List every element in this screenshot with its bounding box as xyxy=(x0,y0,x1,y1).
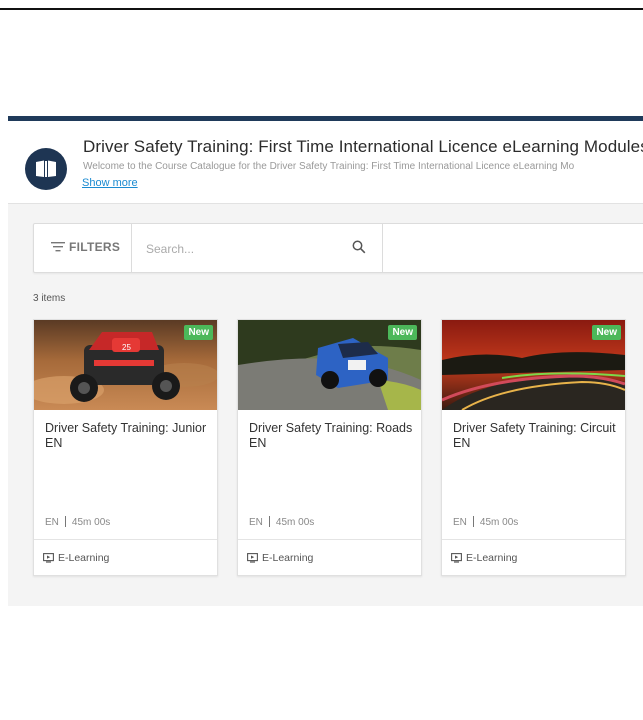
new-badge: New xyxy=(388,325,417,340)
book-open-icon xyxy=(25,148,67,190)
elearning-icon xyxy=(451,553,462,563)
meta-separator xyxy=(268,516,270,527)
meta-separator xyxy=(64,516,66,527)
catalogue-panel: Driver Safety Training: First Time Inter… xyxy=(8,116,643,606)
course-language: EN xyxy=(453,517,467,528)
course-language: EN xyxy=(45,517,59,528)
meta-separator xyxy=(472,516,474,527)
new-badge: New xyxy=(592,325,621,340)
elearning-icon xyxy=(43,553,54,563)
course-meta: EN 45m 00s xyxy=(249,516,314,528)
course-title[interactable]: Driver Safety Training: Roads EN xyxy=(249,421,414,451)
page-description: Welcome to the Course Catalogue for the … xyxy=(83,161,575,172)
course-meta: EN 45m 00s xyxy=(453,516,518,528)
course-thumbnail: New xyxy=(238,320,421,410)
elearning-icon xyxy=(247,553,258,563)
course-type-label: E-Learning xyxy=(466,552,518,564)
card-divider xyxy=(442,539,625,540)
new-badge: New xyxy=(184,325,213,340)
course-card[interactable]: New Driver Safety Training: Circuit EN E… xyxy=(441,319,626,576)
course-duration: 45m 00s xyxy=(479,517,519,528)
course-type: E-Learning xyxy=(451,552,517,564)
filters-label: FILTERS xyxy=(69,240,121,254)
search-input[interactable] xyxy=(144,238,338,260)
catalogue-header: Driver Safety Training: First Time Inter… xyxy=(8,121,643,204)
course-type: E-Learning xyxy=(247,552,313,564)
course-title[interactable]: Driver Safety Training: Junior EN xyxy=(45,421,210,451)
search-box xyxy=(132,224,383,272)
course-meta: EN 45m 00s xyxy=(45,516,110,528)
course-title[interactable]: Driver Safety Training: Circuit EN xyxy=(453,421,618,451)
results-count: 3 items xyxy=(33,293,66,304)
filters-button[interactable]: FILTERS xyxy=(34,224,132,272)
course-type-label: E-Learning xyxy=(262,552,314,564)
top-divider xyxy=(0,8,643,10)
course-thumbnail: New xyxy=(442,320,625,410)
filter-lines-icon xyxy=(51,242,65,252)
course-language: EN xyxy=(249,517,263,528)
course-type-label: E-Learning xyxy=(58,552,110,564)
show-more-link[interactable]: Show more xyxy=(82,177,138,189)
course-duration: 45m 00s xyxy=(275,517,315,528)
page-title: Driver Safety Training: First Time Inter… xyxy=(83,137,643,156)
course-type: E-Learning xyxy=(43,552,109,564)
search-icon[interactable] xyxy=(352,240,366,254)
filter-toolbar: FILTERS xyxy=(33,223,643,273)
course-card[interactable]: 25 New Driver Safety Training: Junior EN… xyxy=(33,319,218,576)
card-divider xyxy=(34,539,217,540)
course-card[interactable]: New Driver Safety Training: Roads EN EN 4… xyxy=(237,319,422,576)
course-thumbnail: 25 New xyxy=(34,320,217,410)
course-duration: 45m 00s xyxy=(71,517,111,528)
card-divider xyxy=(238,539,421,540)
svg-text:25: 25 xyxy=(122,343,131,352)
